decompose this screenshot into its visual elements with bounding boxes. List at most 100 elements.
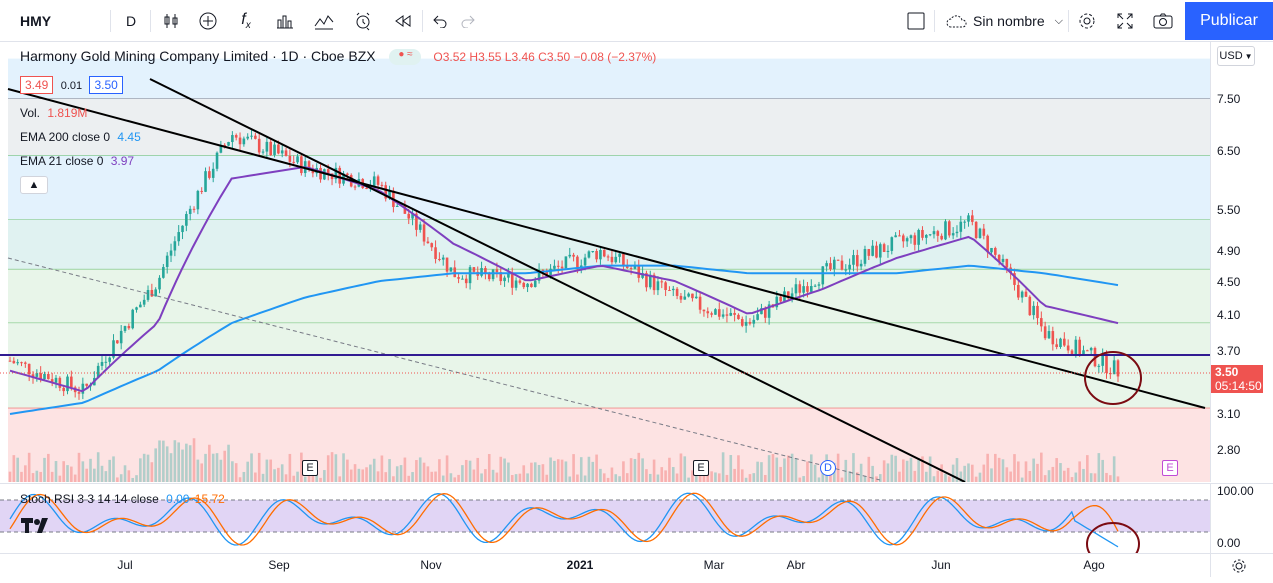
time-axis[interactable]: Jul Sep Nov 2021 Mar Abr Jun Ago (0, 553, 1210, 577)
candle-body (844, 269, 848, 271)
candle-body (376, 176, 380, 185)
volume-bar (315, 475, 319, 482)
publish-button[interactable]: Publicar (1185, 2, 1273, 40)
candle-body (533, 280, 537, 288)
candle-body (234, 135, 238, 138)
ask-box[interactable]: 3.50 (89, 76, 123, 94)
ema21-legend: EMA 21 close 0 3.97 (20, 154, 134, 168)
volume-bar (568, 476, 572, 482)
candle-body (936, 231, 940, 236)
candle-body (208, 171, 211, 178)
candle-body (882, 244, 886, 252)
volume-bar (16, 457, 19, 482)
volume-bar (403, 457, 407, 482)
volume-bar (357, 468, 361, 482)
candle-body (150, 290, 154, 297)
dividend-event-icon[interactable]: D (820, 460, 836, 476)
currency-label: USD (1219, 50, 1243, 62)
compare-icon[interactable] (311, 0, 337, 42)
earnings-event-icon[interactable]: E (302, 460, 318, 476)
volume-bar (70, 466, 73, 482)
candle-body (380, 184, 384, 186)
volume-bar (1059, 463, 1062, 482)
volume-bar (786, 455, 790, 482)
rsi-tick: 0.00 (1217, 536, 1241, 550)
price-tick: 5.50 (1217, 203, 1241, 217)
candle-body (62, 387, 65, 392)
volume-bar (625, 473, 629, 482)
replay-icon[interactable] (390, 0, 416, 42)
volume-bar (576, 474, 579, 482)
collapse-legend-button[interactable]: ▲ (20, 176, 48, 194)
candle-body (1066, 345, 1070, 351)
volume-bar (710, 471, 713, 482)
price-tick: 4.10 (1217, 308, 1241, 322)
legend-status-icon[interactable]: ● ≈ (389, 49, 422, 66)
tradingview-logo[interactable] (20, 516, 50, 540)
settings-corner[interactable] (1210, 553, 1273, 577)
volume-bar (223, 450, 226, 482)
volume-bar (1001, 459, 1005, 482)
volume-bar (250, 453, 253, 482)
symbol-search-button[interactable]: HMY (10, 0, 70, 42)
volume-bar (579, 457, 583, 482)
volume-bar (687, 477, 690, 482)
candles-icon[interactable] (158, 0, 184, 42)
volume-bar (1063, 470, 1066, 482)
volume-bar (882, 460, 886, 482)
volume-bar (66, 465, 69, 482)
price-chart-pane[interactable] (0, 42, 1210, 482)
candle-body (572, 254, 575, 257)
volume-bar (430, 471, 434, 482)
currency-button[interactable]: USD ▼ (1217, 46, 1255, 66)
volume-bar (729, 455, 733, 482)
candle-body (668, 290, 671, 292)
indicators-add-icon[interactable] (195, 0, 221, 42)
fx-icon[interactable]: fx (233, 0, 259, 42)
alert-icon[interactable] (350, 0, 376, 42)
candle-body (461, 278, 464, 280)
layout-name-button[interactable]: Sin nombre ⌵ (940, 0, 1068, 42)
volume-bar (591, 461, 595, 482)
candle-body (1089, 347, 1093, 351)
price-tick: 3.10 (1217, 407, 1241, 421)
bid-box[interactable]: 3.49 (20, 76, 54, 94)
candle-body (250, 135, 253, 137)
candle-body (679, 295, 683, 300)
volume-bar (890, 454, 894, 482)
earnings-event-icon[interactable]: E (693, 460, 709, 476)
volume-bar (932, 476, 936, 482)
ema21-value: 3.97 (110, 154, 135, 168)
interval-button[interactable]: D (118, 0, 144, 42)
undo-icon[interactable] (427, 0, 453, 42)
redo-icon[interactable] (455, 0, 481, 42)
volume-bar (1070, 477, 1074, 482)
fullscreen-icon[interactable] (1112, 0, 1138, 42)
volume-bar (599, 468, 602, 482)
volume-bar (925, 471, 928, 482)
candle-body (165, 255, 169, 268)
volume-bar (392, 476, 395, 482)
candle-body (955, 231, 959, 234)
price-axis[interactable]: 8 7.50 6.50 5.50 4.90 4.50 4.10 3.70 3.1… (1210, 42, 1273, 482)
stoch-rsi-axis[interactable]: 100.00 0.00 (1210, 483, 1273, 553)
candle-body (1043, 326, 1047, 339)
volume-bar (633, 458, 637, 482)
earnings-event-icon[interactable]: E (1162, 460, 1178, 476)
volume-bar (836, 453, 840, 482)
time-tick: 2021 (566, 558, 594, 572)
select-checkbox-icon[interactable] (904, 0, 928, 42)
bar-chart-icon[interactable] (272, 0, 298, 42)
camera-icon[interactable] (1150, 0, 1176, 42)
candle-body (123, 326, 127, 331)
candle-body (449, 267, 453, 272)
candle-body (131, 309, 134, 329)
candle-body (913, 235, 917, 245)
candle-body (169, 250, 173, 256)
settings-gear-icon[interactable] (1074, 0, 1100, 42)
volume-bar (564, 461, 568, 482)
volume-bar (269, 459, 273, 482)
volume-bar (280, 464, 284, 482)
volume-bar (756, 461, 759, 482)
volume-bar (334, 454, 338, 482)
